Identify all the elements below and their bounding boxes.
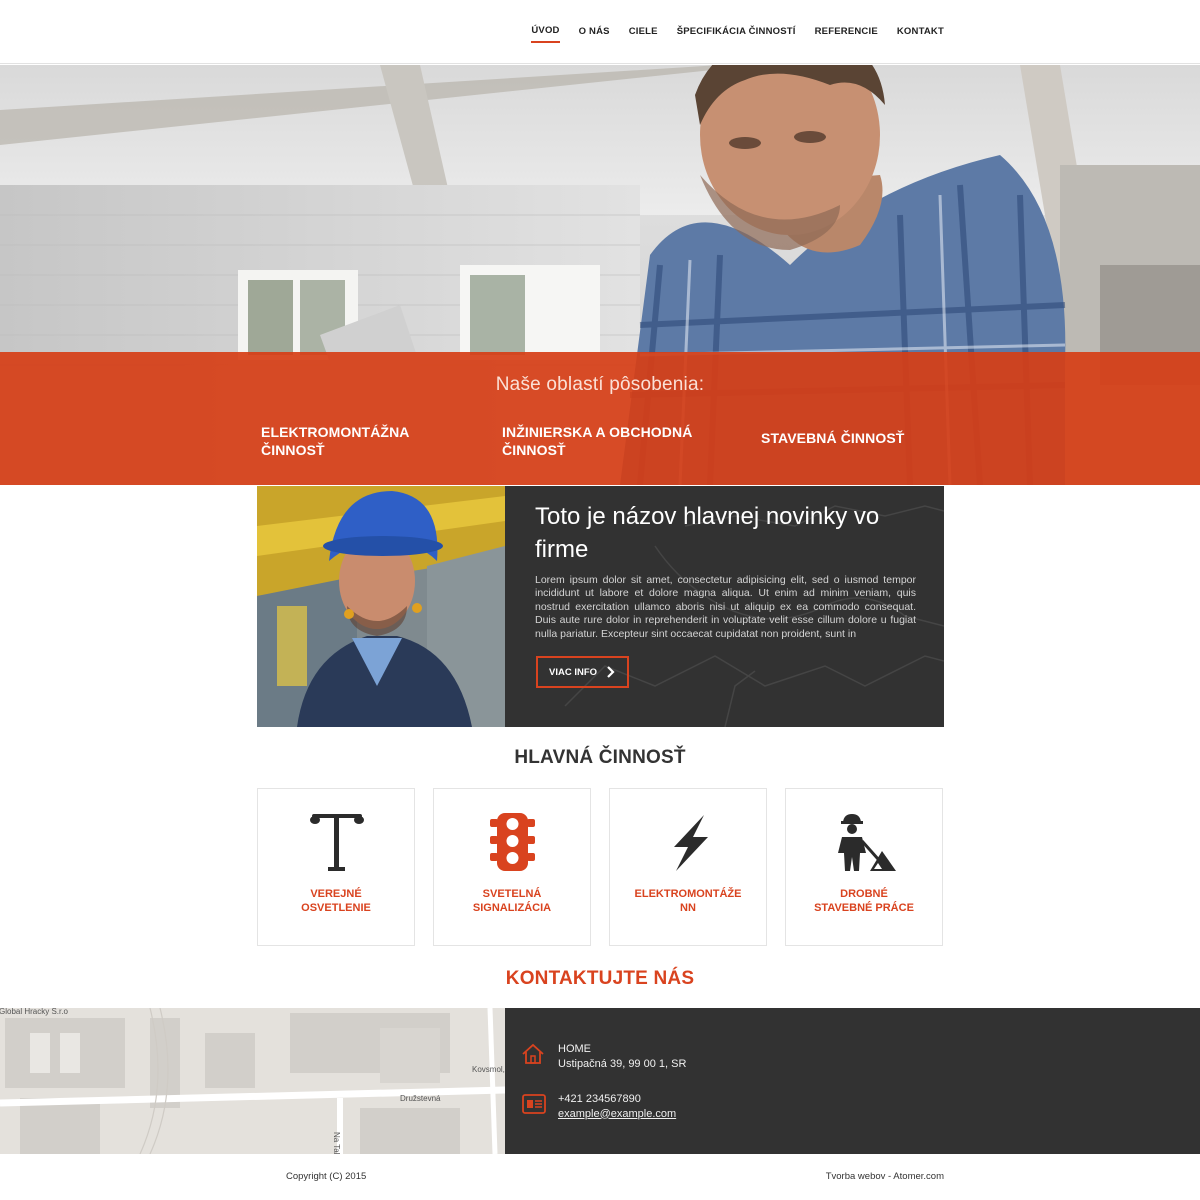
address-label: HOME — [558, 1043, 591, 1055]
address-value: Ustipačná 39, 99 00 1, SR — [558, 1057, 687, 1070]
card-electro-installations-label: ELEKTROMONTÁŽE NN — [610, 887, 766, 915]
map-label-street2: Kovsmol, — [472, 1065, 505, 1074]
phone-value[interactable]: +421 234567890 — [558, 1092, 676, 1107]
card-minor-construction[interactable]: DROBNÉ STAVEBNÉ PRÁCE — [785, 788, 943, 946]
construction-worker-icon — [838, 814, 896, 871]
contact-card-icon — [522, 1094, 546, 1114]
card-traffic-signals[interactable]: SVETELNÁ SIGNALIZÁCIA — [433, 788, 591, 946]
lightning-icon — [674, 815, 708, 871]
card-electro-installations[interactable]: ELEKTROMONTÁŽE NN — [609, 788, 767, 946]
home-icon — [522, 1043, 544, 1064]
contact-panel: HOME Ustipačná 39, 99 00 1, SR +421 2345… — [505, 1008, 1200, 1154]
nav-item-specifikacia[interactable]: ŠPECIFIKÁCIA ČINNOSTÍ — [677, 22, 796, 42]
card-minor-construction-label: DROBNÉ STAVEBNÉ PRÁCE — [786, 887, 942, 915]
card-minor-construction-line1: DROBNÉ — [840, 888, 888, 900]
area-construction[interactable]: STAVEBNÁ ČINNOSŤ — [761, 429, 904, 447]
contact-address-text: HOME Ustipačná 39, 99 00 1, SR — [558, 1042, 686, 1071]
areas-title: Naše oblastí pôsobenia: — [495, 374, 705, 395]
traffic-light-icon — [490, 813, 535, 871]
footer-credit-link[interactable]: Tvorba webov - Atomer.com — [826, 1171, 944, 1182]
hero-banner: Naše oblastí pôsobenia: ELEKTROMONTÁŽNA … — [0, 65, 1200, 485]
page: ÚVOD O NÁS CIELE ŠPECIFIKÁCIA ČINNOSTÍ R… — [0, 0, 1200, 1200]
nav-item-uvod[interactable]: ÚVOD — [531, 21, 560, 43]
area-engineering[interactable]: INŽINIERSKA A OBCHODNÁ ČINNOSŤ — [502, 423, 692, 459]
news-title: Toto je názov hlavnej novinky vo firme — [535, 503, 880, 563]
map-label-street3: Na Tal — [332, 1132, 341, 1154]
nav-item-kontakt[interactable]: KONTAKT — [897, 22, 944, 42]
footer-copyright: Copyright (C) 2015 — [286, 1171, 367, 1182]
email-link[interactable]: example@example.com — [558, 1107, 676, 1122]
card-public-lighting-line2: OSVETLENIE — [301, 902, 371, 914]
news-text: Lorem ipsum dolor sit amet, consectetur … — [535, 574, 916, 640]
chevron-right-icon — [607, 666, 615, 678]
card-public-lighting-label: VEREJNÉ OSVETLENIE — [258, 887, 414, 915]
nav-item-referencie[interactable]: REFERENCIE — [815, 22, 878, 42]
area-electro-line1: ELEKTROMONTÁŽNA — [261, 424, 410, 440]
news-body: Toto je názov hlavnej novinky vo firme L… — [505, 486, 944, 727]
header: ÚVOD O NÁS CIELE ŠPECIFIKÁCIA ČINNOSTÍ R… — [0, 0, 1200, 64]
contact-phone-email-text: +421 234567890 example@example.com — [558, 1092, 676, 1121]
map-label-street1: Družstevná — [400, 1094, 441, 1103]
card-public-lighting-line1: VEREJNÉ — [310, 888, 362, 900]
card-minor-construction-line2: STAVEBNÉ PRÁCE — [814, 902, 914, 914]
news-photo — [257, 486, 505, 727]
news-block: Toto je názov hlavnej novinky vo firme L… — [257, 486, 944, 727]
nav-item-o-nas[interactable]: O NÁS — [579, 22, 610, 42]
area-engineering-line2: ČINNOSŤ — [502, 442, 566, 458]
more-info-label: VIAC INFO — [549, 666, 598, 678]
activity-cards: VEREJNÉ OSVETLENIE SVETELNÁ SIGNALIZÁCIA — [257, 788, 944, 946]
card-traffic-signals-line2: SIGNALIZÁCIA — [472, 902, 552, 914]
more-info-button[interactable]: VIAC INFO — [536, 656, 629, 688]
area-construction-line1: STAVEBNÁ ČINNOSŤ — [761, 430, 905, 446]
area-engineering-line1: INŽINIERSKA A OBCHODNÁ — [502, 424, 693, 440]
contact-title: KONTAKTUJTE NÁS — [505, 968, 695, 989]
area-electro[interactable]: ELEKTROMONTÁŽNA ČINNOSŤ — [261, 423, 410, 459]
map-label-company: Global Hracky S.r.o — [0, 1008, 68, 1016]
card-traffic-signals-line1: SVETELNÁ — [482, 888, 542, 900]
main-activity-title: HLAVNÁ ČINNOSŤ — [514, 747, 686, 768]
card-public-lighting[interactable]: VEREJNÉ OSVETLENIE — [257, 788, 415, 946]
contact-phone-email: +421 234567890 example@example.com — [521, 1092, 676, 1121]
nav-item-ciele[interactable]: CIELE — [629, 22, 658, 42]
area-electro-line2: ČINNOSŤ — [261, 442, 325, 458]
areas-band: Naše oblastí pôsobenia: ELEKTROMONTÁŽNA … — [0, 352, 1200, 485]
card-electro-installations-line1: ELEKTROMONTÁŽE — [634, 888, 742, 900]
map[interactable]: Global Hracky S.r.o Družstevná Kovsmol, … — [0, 1008, 505, 1154]
contact-address: HOME Ustipačná 39, 99 00 1, SR — [521, 1042, 686, 1071]
card-electro-installations-line2: NN — [680, 902, 696, 914]
card-traffic-signals-label: SVETELNÁ SIGNALIZÁCIA — [434, 887, 590, 915]
street-lamp-icon — [310, 814, 364, 871]
main-nav: ÚVOD O NÁS CIELE ŠPECIFIKÁCIA ČINNOSTÍ R… — [512, 0, 944, 64]
